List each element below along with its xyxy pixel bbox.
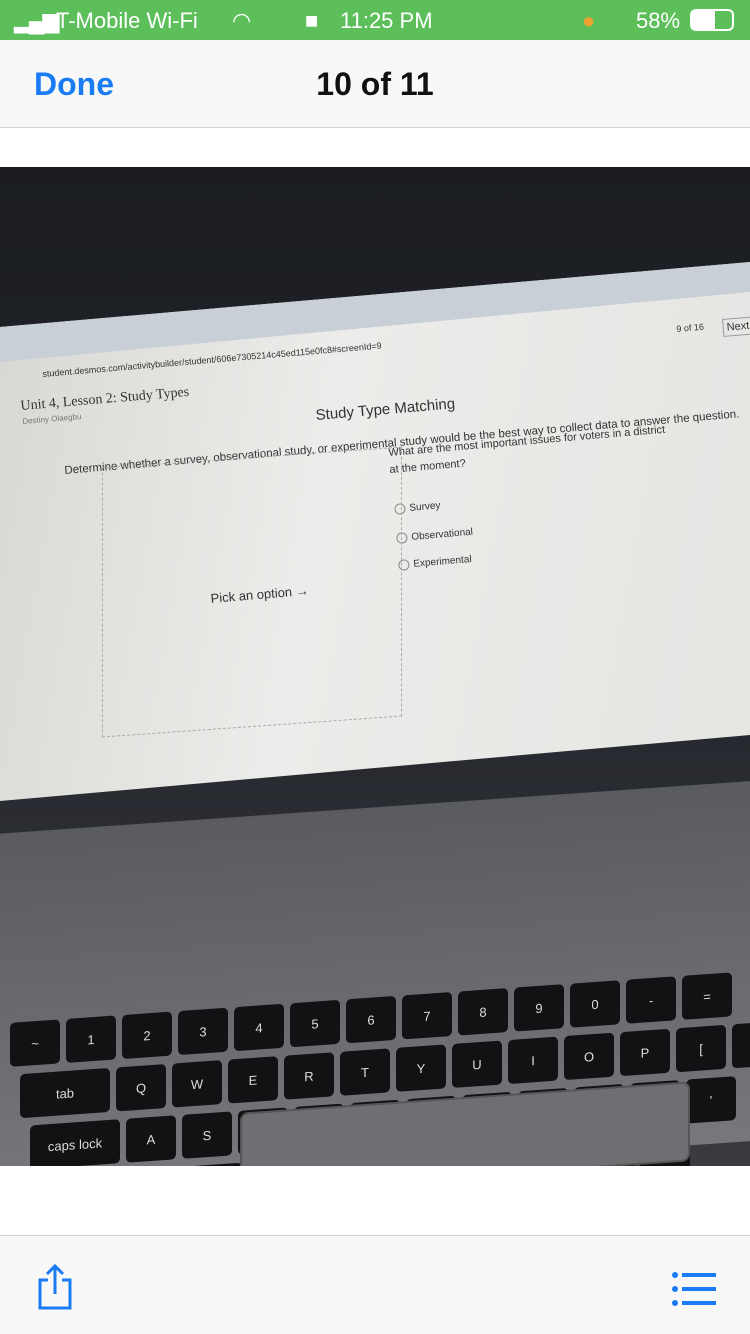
key: 9 <box>514 984 564 1032</box>
battery-percent: 58% <box>636 8 681 33</box>
key: W <box>172 1060 222 1108</box>
key: A <box>126 1115 176 1163</box>
photo[interactable]: student.desmos.com/activitybuilder/stude… <box>0 167 750 1166</box>
key: S <box>182 1111 232 1159</box>
carrier: T-Mobile Wi-Fi <box>56 8 198 33</box>
key: 7 <box>402 991 452 1040</box>
key: 4 <box>234 1003 284 1052</box>
key: T <box>340 1048 390 1096</box>
key: ~ <box>10 1019 60 1067</box>
key: 2 <box>122 1011 172 1060</box>
key: 6 <box>346 995 396 1044</box>
next-button: Next <box>722 316 750 337</box>
wifi-icon: ◠ <box>232 8 252 33</box>
headphones-icon: ● <box>582 8 596 33</box>
photo-counter: 10 of 11 <box>316 66 434 102</box>
key: [ <box>676 1024 726 1073</box>
signal-icon: ▂▄▆ <box>14 8 59 33</box>
key: X <box>192 1162 242 1166</box>
key: - <box>626 976 676 1024</box>
bottom-toolbar <box>0 1235 750 1334</box>
key: Y <box>396 1044 446 1092</box>
key: R <box>284 1052 334 1100</box>
key: P <box>620 1028 670 1077</box>
nav-bar: Done 10 of 11 <box>0 40 750 128</box>
key: caps lock <box>30 1119 120 1166</box>
key: O <box>564 1032 614 1081</box>
list-icon[interactable] <box>672 1272 716 1311</box>
key: = <box>682 972 732 1020</box>
key: 5 <box>290 999 340 1048</box>
key: ' <box>686 1076 736 1124</box>
time: 11:25 PM <box>340 8 433 33</box>
status-bar: ▂▄▆ T-Mobile Wi-Fi ◠ ■ 11:25 PM ● 58% <box>0 0 750 40</box>
key: 3 <box>178 1007 228 1056</box>
key: Q <box>116 1063 166 1112</box>
key: I <box>508 1036 558 1085</box>
battery-icon <box>690 9 734 31</box>
screen-record-icon: ■ <box>305 8 319 33</box>
share-icon[interactable] <box>36 1263 74 1310</box>
key: ] <box>732 1020 750 1069</box>
key: 8 <box>458 988 508 1036</box>
key: U <box>452 1040 502 1088</box>
key: E <box>228 1056 278 1104</box>
key: 1 <box>66 1015 116 1063</box>
key: 0 <box>570 980 620 1028</box>
key: tab <box>20 1067 110 1119</box>
